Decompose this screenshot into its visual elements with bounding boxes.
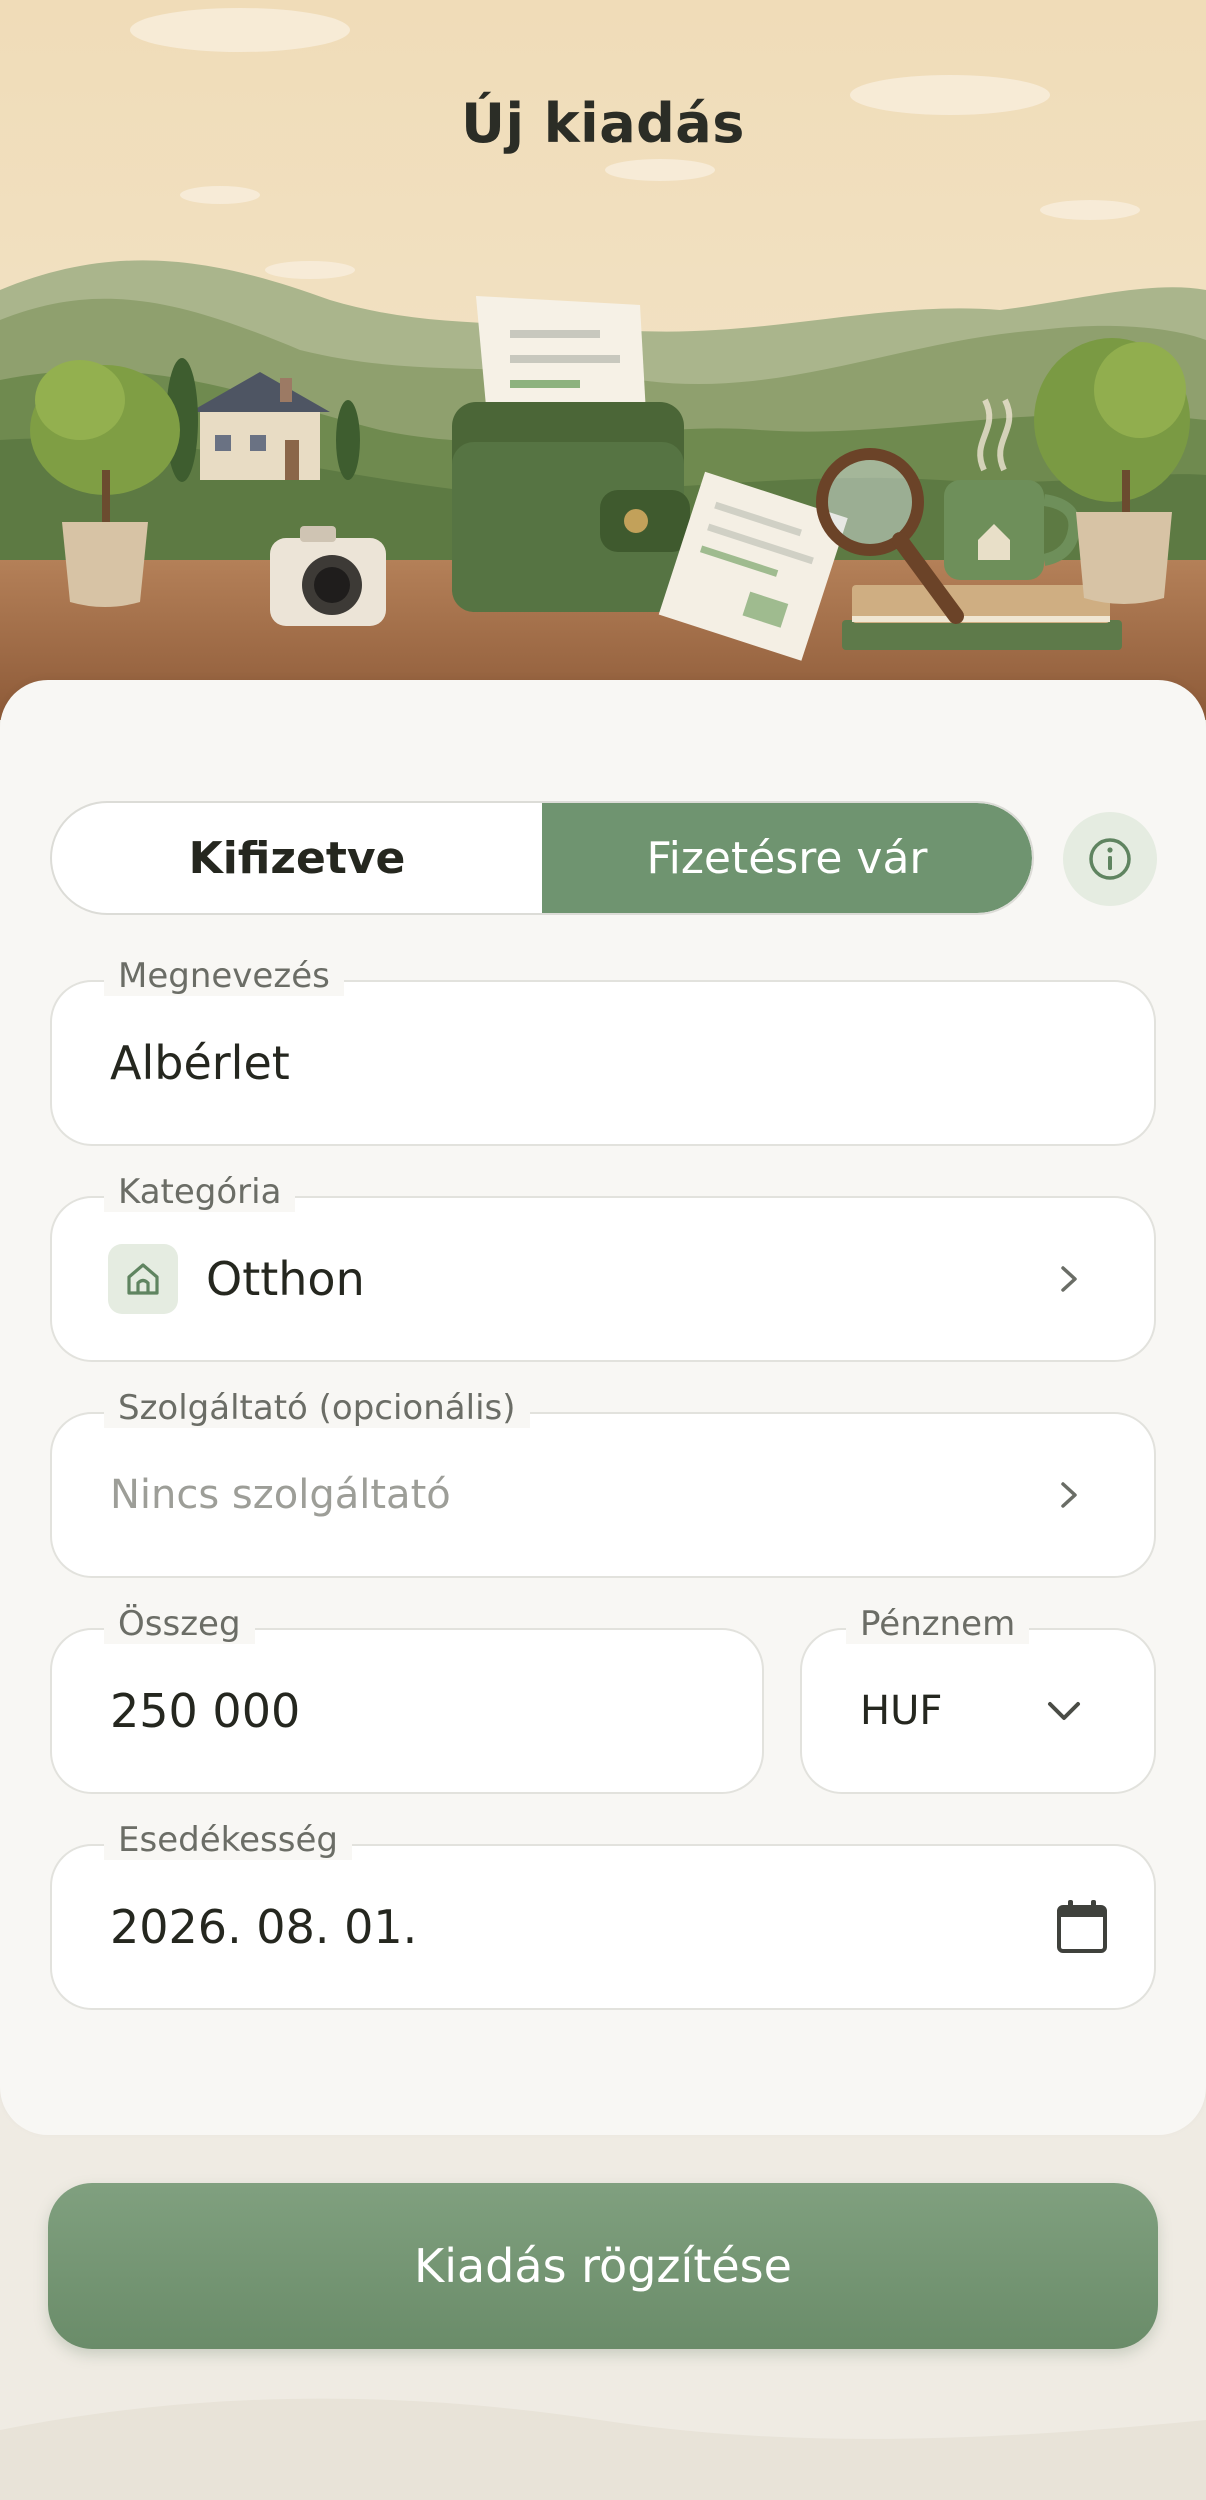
- due-date-field[interactable]: Esedékesség 2026. 08. 01.: [50, 1820, 1156, 2010]
- due-date-field-value: 2026. 08. 01.: [110, 1900, 418, 1954]
- page-title: Új kiadás: [461, 92, 745, 155]
- chevron-right-icon: [1061, 1266, 1077, 1292]
- name-field-value: Albérlet: [110, 1036, 290, 1090]
- amount-field[interactable]: Összeg 250 000: [50, 1604, 764, 1794]
- category-field-label: Kategória: [104, 1172, 296, 1212]
- currency-select-label: Pénznem: [846, 1604, 1030, 1644]
- calendar-icon[interactable]: [1054, 1897, 1110, 1957]
- name-field-label: Megnevezés: [104, 956, 344, 996]
- name-field[interactable]: Megnevezés Albérlet: [50, 956, 1156, 1146]
- category-field[interactable]: Kategória Otthon: [50, 1172, 1156, 1362]
- provider-field-label: Szolgáltató (opcionális): [104, 1388, 530, 1428]
- info-button[interactable]: [1063, 812, 1157, 906]
- amount-field-value: 250 000: [110, 1684, 301, 1738]
- provider-field-placeholder: Nincs szolgáltató: [110, 1472, 451, 1518]
- submit-expense-button[interactable]: Kiadás rögzítése: [48, 2183, 1158, 2349]
- status-option-pending[interactable]: Fizetésre vár: [542, 803, 1032, 913]
- chevron-right-icon: [1061, 1482, 1077, 1508]
- due-date-field-label: Esedékesség: [104, 1820, 352, 1860]
- info-icon: [1089, 838, 1131, 880]
- currency-select[interactable]: Pénznem HUF: [800, 1604, 1156, 1794]
- provider-field[interactable]: Szolgáltató (opcionális) Nincs szolgálta…: [50, 1388, 1156, 1578]
- currency-select-value: HUF: [860, 1688, 943, 1734]
- category-field-value: Otthon: [206, 1252, 365, 1306]
- bottom-decoration: [0, 2398, 1206, 2500]
- home-icon: [108, 1244, 178, 1314]
- status-option-paid[interactable]: Kifizetve: [52, 803, 542, 913]
- amount-field-label: Összeg: [104, 1604, 255, 1644]
- chevron-down-icon: [1048, 1702, 1080, 1720]
- payment-status-toggle: Kifizetve Fizetésre vár: [50, 801, 1034, 915]
